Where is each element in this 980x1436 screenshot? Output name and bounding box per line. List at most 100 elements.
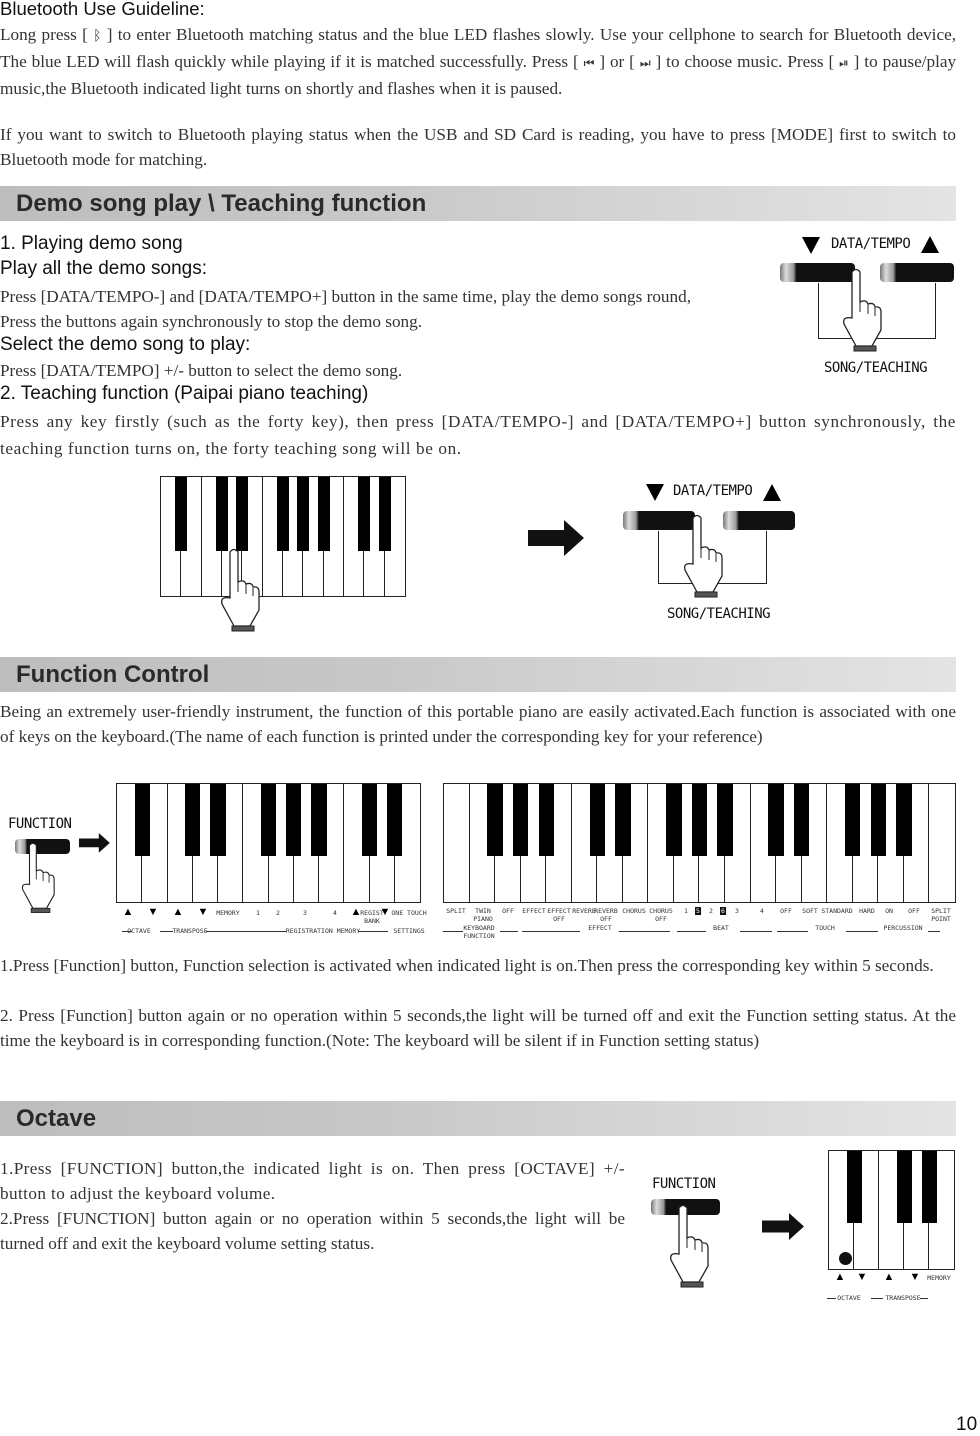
group-divider-line [871, 1298, 883, 1299]
section-title: Octave [16, 1105, 97, 1132]
black-key[interactable] [378, 477, 391, 551]
black-key[interactable] [236, 477, 249, 551]
black-key[interactable] [185, 784, 201, 856]
hand-pointer-icon [669, 1204, 713, 1301]
down-triangle-icon: ▼ [197, 906, 209, 918]
group-divider-line [160, 931, 173, 932]
group-divider-line [677, 931, 706, 932]
black-key[interactable] [846, 1151, 862, 1223]
up-triangle-icon [921, 236, 939, 253]
black-key[interactable] [794, 784, 810, 856]
section-header-demo: Demo song play \ Teaching function [0, 186, 956, 221]
group-divider-line [522, 931, 580, 932]
black-key[interactable] [286, 784, 302, 856]
key-label: TRANSPOSE [172, 927, 208, 935]
key-label: EFFECT OFF [547, 907, 571, 923]
song-teaching-label: SONG/TEACHING [667, 606, 771, 622]
black-key[interactable] [845, 784, 861, 856]
up-triangle-icon: ▲ [834, 1271, 846, 1283]
demo-play-all-text: Press [DATA/TEMPO-] and [DATA/TEMPO+] bu… [0, 287, 692, 331]
text: Long press [ [0, 25, 88, 44]
text: ] or [ [599, 52, 635, 71]
black-key[interactable] [666, 784, 682, 856]
key-label: ONE TOUCH [391, 909, 427, 917]
hand-pointer-icon [683, 514, 727, 611]
group-divider-line [443, 931, 463, 932]
black-key[interactable] [768, 784, 784, 856]
black-key[interactable] [538, 784, 554, 856]
text: ] to choose music. Press [ [655, 52, 835, 71]
group-divider-line [920, 1298, 928, 1299]
black-key[interactable] [134, 784, 150, 856]
hand-pointer-icon [220, 548, 264, 645]
section-title: Function Control [16, 661, 210, 688]
black-key[interactable] [615, 784, 631, 856]
data-tempo-plus-button[interactable] [723, 511, 795, 530]
demo-subheading-select: Select the demo song to play: [0, 334, 251, 355]
black-key[interactable] [387, 784, 403, 856]
group-divider-line [500, 931, 518, 932]
black-key[interactable] [717, 784, 733, 856]
key-label: SOFT [802, 907, 818, 915]
octave-text-1: 1.Press [FUNCTION] button,the indicated … [0, 1159, 625, 1203]
hand-pointer-icon [21, 842, 58, 924]
black-key[interactable] [311, 784, 327, 856]
group-divider-line [740, 931, 772, 932]
black-key[interactable] [921, 1151, 937, 1223]
right-arrow-icon [528, 520, 586, 561]
white-key[interactable] [444, 784, 470, 902]
black-key[interactable] [870, 784, 886, 856]
key-label: KEYBOARD FUNCTION [463, 924, 495, 940]
key-label: TOUCH [815, 924, 835, 932]
function-keyboard-left [116, 783, 421, 903]
function-label: FUNCTION [8, 816, 72, 832]
key-label: OFF [908, 907, 920, 915]
teaching-text: Press any key firstly (such as the forty… [0, 412, 956, 458]
up-triangle-icon: ▲ [122, 906, 134, 918]
section-header-function: Function Control [0, 657, 956, 692]
hand-pointer-icon [842, 268, 886, 365]
key-label: 1 [684, 907, 688, 915]
group-divider-line [122, 931, 132, 932]
key-label: 3 [303, 909, 307, 917]
key-label: 5 [695, 907, 701, 915]
black-key[interactable] [317, 477, 330, 551]
black-key[interactable] [487, 784, 503, 856]
white-key[interactable] [929, 784, 955, 902]
data-tempo-plus-button[interactable] [880, 263, 954, 282]
black-key[interactable] [896, 784, 912, 856]
down-triangle-icon: ▼ [909, 1271, 921, 1283]
black-key[interactable] [276, 477, 290, 551]
black-key[interactable] [297, 477, 310, 551]
black-key[interactable] [210, 784, 226, 856]
black-key[interactable] [215, 477, 229, 551]
group-divider-line [358, 931, 388, 932]
up-triangle-icon [763, 484, 781, 501]
demo-heading-1: 1. Playing demo song [0, 233, 183, 254]
key-label: EFFECT [522, 907, 546, 915]
black-key[interactable] [512, 784, 529, 856]
group-divider-line [619, 931, 670, 932]
key-label: 4 [333, 909, 337, 917]
key-label: REVERB [572, 907, 596, 915]
function-label: FUNCTION [652, 1176, 716, 1192]
group-divider-line [846, 931, 878, 932]
octave-text-2: 2.Press [FUNCTION] button again or no op… [0, 1209, 625, 1253]
down-triangle-icon: ▼ [147, 906, 159, 918]
bluetooth-mode-paragraph: If you want to switch to Bluetooth playi… [0, 125, 956, 169]
black-key[interactable] [896, 1151, 912, 1223]
key-label: SETTINGS [393, 927, 425, 935]
black-key[interactable] [691, 784, 708, 856]
key-label: CHORUS [622, 907, 646, 915]
data-tempo-label: DATA/TEMPO [673, 483, 753, 499]
black-key[interactable] [361, 784, 378, 856]
black-key[interactable] [589, 784, 605, 856]
key-label: HARD [859, 907, 875, 915]
right-arrow-icon [762, 1213, 806, 1244]
black-key[interactable] [260, 784, 277, 856]
key-label: REGISTRATION MEMORY [285, 927, 361, 935]
key-label: 2 [709, 907, 713, 915]
black-key[interactable] [358, 477, 371, 551]
black-key[interactable] [175, 477, 188, 551]
function-note-1: 1.Press [Function] button, Function sele… [0, 956, 934, 975]
